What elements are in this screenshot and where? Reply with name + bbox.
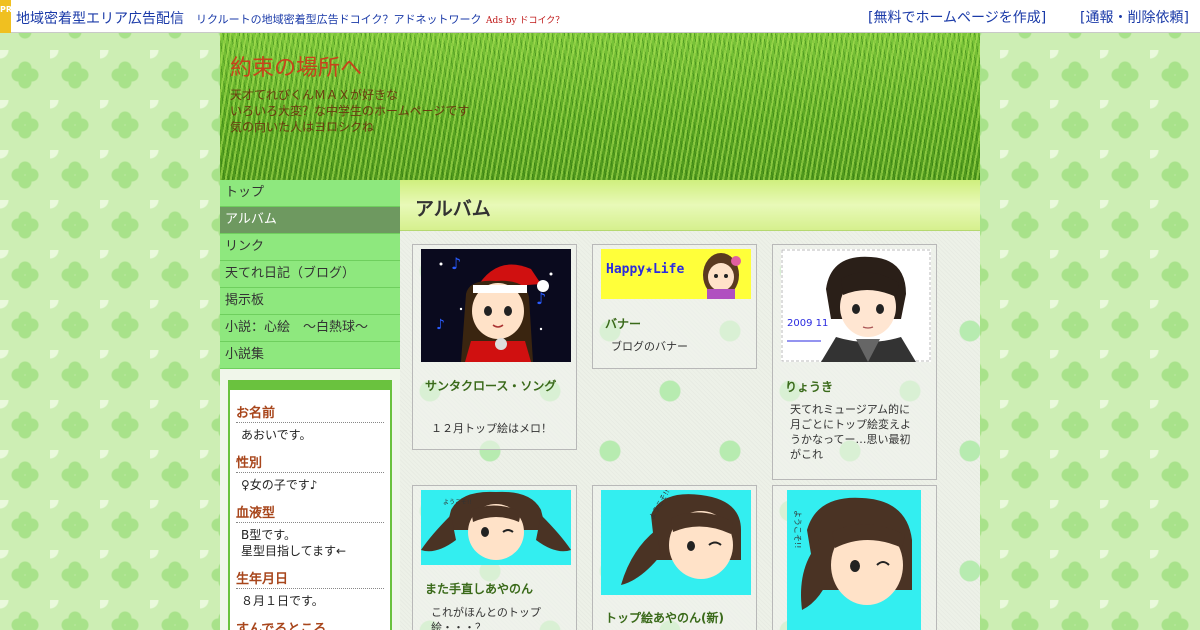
album-thumbnail[interactable]: ようこそ!! (421, 490, 571, 565)
profile-value-line: B型です。 (241, 528, 297, 542)
ayanon-illustration: ようこそ!! (421, 490, 571, 565)
menu-item-links[interactable]: リンク (220, 234, 400, 261)
santa-girl-illustration: ♪ ♪ ♪ (421, 249, 571, 362)
menu-item-album[interactable]: アルバム (220, 207, 400, 234)
page-container: 約束の場所へ 天才てれびくんＭＡＸが好きな いろいろ大変？な中学生のホームページ… (220, 33, 980, 630)
profile-label-gender: 性別 (236, 452, 384, 473)
page-title: アルバム (415, 198, 491, 220)
main-content: アルバム ♪ ♪ ♪ サンタクロース・ソング １２月トップ絵はメロ！ Happy… (400, 180, 980, 630)
album-thumbnail[interactable]: ようこそ!! (787, 490, 921, 630)
menu-item-novels[interactable]: 小説集 (220, 342, 400, 369)
profile-label-residence: すんでるところ (236, 618, 384, 630)
album-card-description: １２月トップ絵はメロ！ (431, 422, 552, 435)
ayanon-new-illustration: ようこそ!! (601, 490, 751, 595)
profile-label-birthday: 生年月日 (236, 568, 384, 589)
album-grid: ♪ ♪ ♪ サンタクロース・ソング １２月トップ絵はメロ！ Happy★Life… (400, 231, 980, 630)
site-description-line: いろいろ大変？な中学生のホームページです (230, 104, 470, 118)
welcome-text: ようこそ!! (443, 499, 472, 506)
ryouki-illustration: 2009 11 (781, 249, 931, 362)
profile-label-name: お名前 (236, 402, 384, 423)
profile-value-line: あおいです。 (241, 428, 312, 442)
svg-text:♪: ♪ (536, 289, 546, 308)
album-card-title[interactable]: サンタクロース・ソング (425, 378, 565, 395)
site-description: 天才てれびくんＭＡＸが好きな いろいろ大変？な中学生のホームページです 気の向い… (230, 87, 469, 135)
site-header: 約束の場所へ 天才てれびくんＭＡＸが好きな いろいろ大変？な中学生のホームページ… (220, 33, 980, 180)
album-card[interactable]: ようこそ!! トップ絵あやのん(新) (592, 485, 757, 630)
profile-value-line: ♀女の子です♪ (241, 478, 318, 492)
album-card[interactable]: ♪ ♪ ♪ サンタクロース・ソング １２月トップ絵はメロ！ (412, 244, 577, 450)
album-card[interactable]: Happy★Life バナー ブログのバナー (592, 244, 757, 369)
site-description-line: 天才てれびくんＭＡＸが好きな (230, 88, 399, 102)
profile-value-name: あおいです。 (236, 427, 384, 443)
svg-text:♪: ♪ (451, 254, 461, 273)
album-card-title[interactable]: また手直しあやのん (425, 581, 573, 598)
create-homepage-link[interactable]: [無料でホームページを作成] (868, 7, 1046, 27)
album-thumbnail[interactable]: ♪ ♪ ♪ (421, 249, 571, 362)
profile-value-line: ８月１日です。 (241, 594, 324, 608)
profile-value-blood: B型です。 星型目指してます← (236, 527, 384, 559)
side-menu: トップ アルバム リンク 天てれ日記（ブログ） 掲示板 小説：心絵 ～白熱球～ … (220, 180, 400, 369)
pr-ad-title-link[interactable]: 地域密着型エリア広告配信 (16, 8, 184, 28)
welcome-text: ようこそ!! (793, 510, 802, 548)
pr-ad-bar: PR 地域密着型エリア広告配信 リクルートの地域密着型広告ドコイク？アドネットワ… (0, 0, 1200, 33)
album-thumbnail[interactable]: ようこそ!! (601, 490, 751, 595)
album-card-description: これがほんとのトップ絵・・・？ (431, 606, 541, 630)
album-card-title[interactable]: りょうき (785, 379, 925, 396)
menu-item-bbs[interactable]: 掲示板 (220, 288, 400, 315)
menu-item-top[interactable]: トップ (220, 180, 400, 207)
album-card[interactable]: ようこそ!! (772, 485, 937, 630)
profile-value-birthday: ８月１日です。 (236, 593, 384, 609)
profile-box: お名前 あおいです。 性別 ♀女の子です♪ 血液型 B型です。 星型目指してます… (228, 380, 392, 630)
menu-item-blog[interactable]: 天てれ日記（ブログ） (220, 261, 400, 288)
menu-item-novel-kokoroe[interactable]: 小説：心絵 ～白熱球～ (220, 315, 400, 342)
happy-life-banner: Happy★Life (601, 249, 751, 299)
album-card-description: 天てれミュージアム的に月ごとにトップ絵変えようかなってー…思い最初がこれ (790, 403, 911, 461)
svg-text:♪: ♪ (436, 317, 445, 333)
site-title[interactable]: 約束の場所へ (230, 50, 362, 82)
report-delete-link[interactable]: [通報・削除依頼] (1080, 7, 1189, 27)
album-card-title[interactable]: トップ絵あやのん(新) (605, 610, 753, 627)
site-description-line: 気の向いた人はヨロシクね (230, 120, 375, 134)
ayanon-welcome-illustration: ようこそ!! (787, 490, 921, 630)
album-thumbnail[interactable]: 2009 11 (781, 249, 931, 362)
thumbnail-date-text: 2009 11 (787, 318, 828, 329)
album-card-description: ブログのバナー (611, 340, 688, 353)
ads-by-link[interactable]: Ads by ドコイク？ (486, 13, 564, 26)
profile-value-gender: ♀女の子です♪ (236, 477, 384, 493)
banner-text: Happy★Life (606, 262, 684, 277)
pr-badge: PR (0, 0, 12, 33)
album-card[interactable]: ようこそ!! また手直しあやのん これがほんとのトップ絵・・・？ (412, 485, 577, 630)
content-header: アルバム (400, 180, 980, 231)
profile-value-line: 星型目指してます← (241, 544, 347, 558)
album-thumbnail[interactable]: Happy★Life (601, 249, 751, 299)
album-card-title[interactable]: バナー (605, 316, 745, 333)
profile-label-blood: 血液型 (236, 502, 384, 523)
pr-ad-description-link[interactable]: リクルートの地域密着型広告ドコイク？アドネットワーク (196, 11, 481, 27)
album-card[interactable]: 2009 11 りょうき 天てれミュージアム的に月ごとにトップ絵変えようかなって… (772, 244, 937, 480)
